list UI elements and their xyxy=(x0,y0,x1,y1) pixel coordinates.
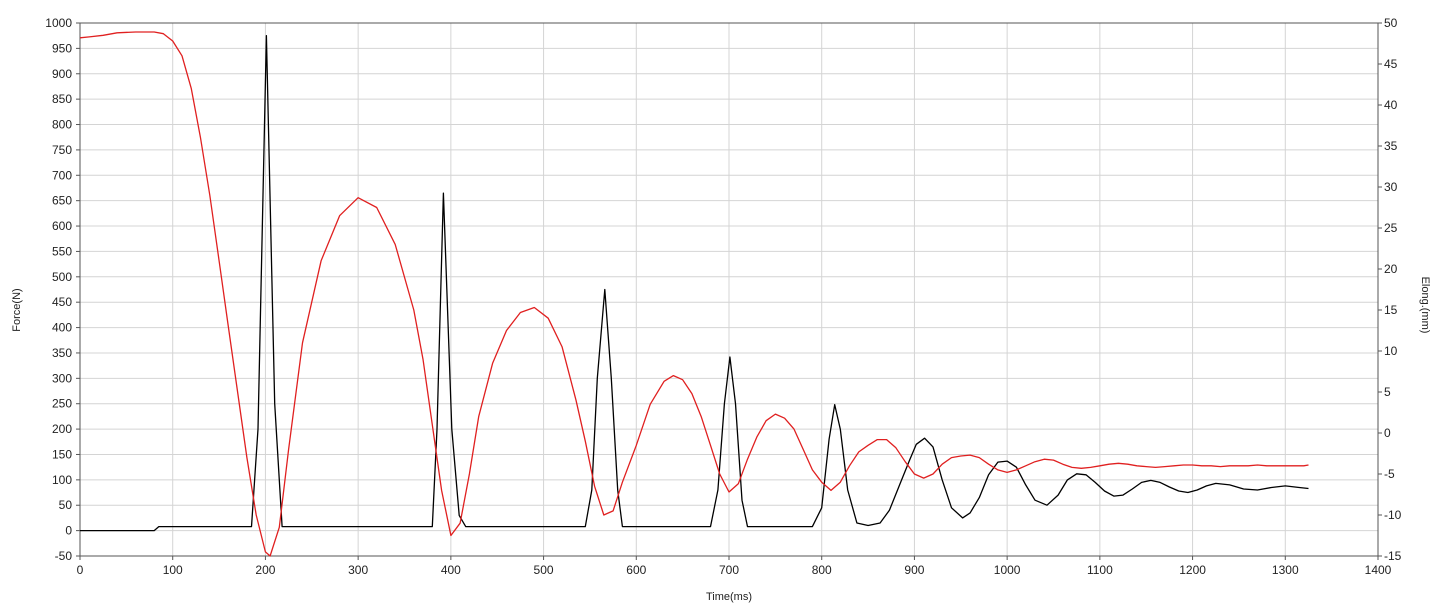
y-tick-label: 200 xyxy=(52,422,72,436)
x-tick-label: 0 xyxy=(77,563,84,577)
y2-tick-label: 50 xyxy=(1384,16,1398,30)
x-tick-label: 1000 xyxy=(994,563,1021,577)
y-tick-label: 150 xyxy=(52,447,72,461)
force-elongation-chart: 0 100 200 300 400 500 600 700 800 900 1000 1100 1200… xyxy=(11,16,1431,603)
x-tick-label: 100 xyxy=(163,563,183,577)
grid xyxy=(79,22,1379,557)
x-tick-label: 500 xyxy=(534,563,554,577)
y-tick-label: 800 xyxy=(52,118,72,132)
y2-tick-label: -15 xyxy=(1384,549,1402,563)
x-tick-label: 1300 xyxy=(1272,563,1299,577)
y2-tick-label: 20 xyxy=(1384,262,1398,276)
x-tick-label: 400 xyxy=(441,563,461,577)
x-tick-label: 700 xyxy=(719,563,739,577)
x-tick-label: 1200 xyxy=(1179,563,1206,577)
x-tick-label: 900 xyxy=(904,563,924,577)
force-series-line xyxy=(80,35,1309,532)
x-tick-label: 300 xyxy=(348,563,368,577)
x-tick-label: 800 xyxy=(812,563,832,577)
y2-axis-ticks: -15 -10 -5 0 5 10 15 20 25 30 35 40 45 50 xyxy=(1378,16,1402,563)
x-tick-label: 1400 xyxy=(1365,563,1392,577)
x-axis-title: Time(ms) xyxy=(706,591,752,603)
y2-tick-label: 0 xyxy=(1384,426,1391,440)
y2-tick-label: 10 xyxy=(1384,344,1398,358)
y2-tick-label: 5 xyxy=(1384,385,1391,399)
y-tick-label: 0 xyxy=(65,524,72,538)
y-axis-title: Force(N) xyxy=(11,288,23,331)
y-tick-label: 850 xyxy=(52,92,72,106)
series-group xyxy=(79,31,1309,557)
x-tick-label: 200 xyxy=(255,563,275,577)
y-tick-label: 750 xyxy=(52,143,72,157)
y2-tick-label: 40 xyxy=(1384,98,1398,112)
x-tick-label: 600 xyxy=(626,563,646,577)
y2-tick-label: 35 xyxy=(1384,139,1398,153)
y-tick-label: 300 xyxy=(52,371,72,385)
y2-tick-label: 30 xyxy=(1384,180,1398,194)
x-axis-ticks: 0 100 200 300 400 500 600 700 800 900 1000 1100 1200… xyxy=(77,556,1392,577)
y-tick-label: 350 xyxy=(52,346,72,360)
y-tick-label: 50 xyxy=(59,498,73,512)
y2-tick-label: -10 xyxy=(1384,508,1402,522)
y-tick-label: 100 xyxy=(52,473,72,487)
y-tick-label: 700 xyxy=(52,168,72,182)
y2-axis-title: Elong.(mm) xyxy=(1419,277,1431,334)
x-tick-label: 1100 xyxy=(1087,563,1113,577)
y-tick-label: -50 xyxy=(55,549,73,563)
chart-container: 0 100 200 300 400 500 600 700 800 900 1000 1100 1200… xyxy=(0,0,1445,608)
y-tick-label: 600 xyxy=(52,219,72,233)
y-tick-label: 950 xyxy=(52,41,72,55)
y-tick-label: 400 xyxy=(52,321,72,335)
y-tick-label: 250 xyxy=(52,397,72,411)
y2-tick-label: -5 xyxy=(1384,467,1395,481)
y2-tick-label: 45 xyxy=(1384,57,1398,71)
y-tick-label: 550 xyxy=(52,244,72,258)
y2-tick-label: 25 xyxy=(1384,221,1398,235)
y-tick-label: 650 xyxy=(52,194,72,208)
y-tick-label: 1000 xyxy=(45,16,72,30)
y-tick-label: 900 xyxy=(52,67,72,81)
y-tick-label: 450 xyxy=(52,295,72,309)
y-tick-label: 500 xyxy=(52,270,72,284)
y2-tick-label: 15 xyxy=(1384,303,1398,317)
y-axis-ticks: -50 0 50 100 150 200 250 300 350 400 450 500 550 600 6… xyxy=(45,16,80,563)
